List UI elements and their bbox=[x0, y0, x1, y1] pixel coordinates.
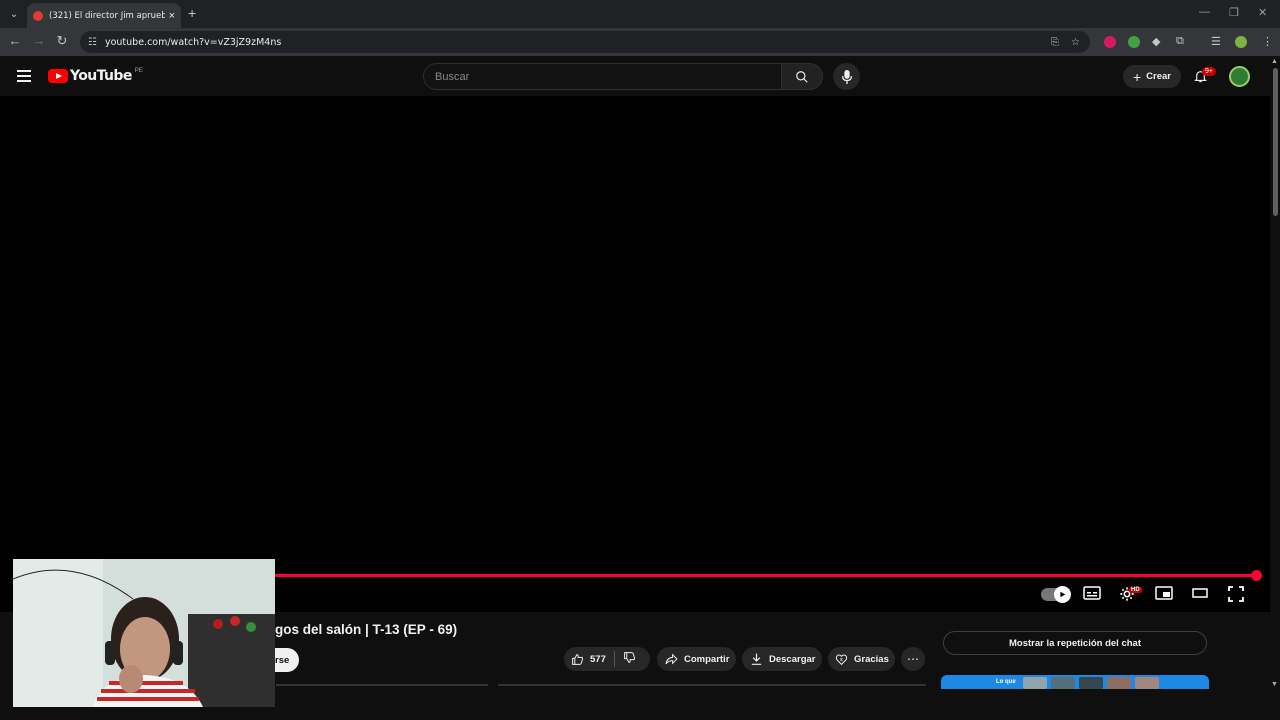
video-player[interactable]: HD bbox=[0, 96, 1270, 612]
tab-search-icon[interactable]: ⌄ bbox=[4, 4, 24, 24]
webcam-person-image bbox=[13, 559, 275, 707]
search-box[interactable] bbox=[423, 63, 782, 90]
minimize-icon[interactable]: — bbox=[1199, 6, 1210, 18]
youtube-favicon-icon bbox=[33, 10, 43, 21]
webcam-overlay bbox=[13, 559, 275, 707]
browser-tab[interactable]: (321) El director Jim aprueba a l × bbox=[27, 3, 181, 28]
thumbs-up-icon bbox=[572, 653, 584, 665]
hd-badge: HD bbox=[1129, 587, 1142, 593]
ad-label: Lo que bbox=[996, 679, 1016, 685]
scrollbar-thumb[interactable] bbox=[1273, 68, 1278, 216]
profile-avatar-icon[interactable] bbox=[1235, 36, 1247, 48]
back-icon[interactable]: ← bbox=[6, 33, 24, 48]
new-tab-icon[interactable]: + bbox=[188, 5, 196, 21]
ad-image bbox=[1051, 677, 1075, 689]
ad-image bbox=[1023, 677, 1047, 689]
heart-dollar-icon: $ bbox=[835, 654, 848, 665]
ad-image bbox=[1135, 677, 1159, 689]
like-dislike-group: 577 bbox=[564, 647, 650, 671]
autoplay-toggle[interactable] bbox=[1041, 586, 1071, 603]
miniplayer-icon[interactable] bbox=[1155, 586, 1173, 605]
reload-icon[interactable]: ↻ bbox=[53, 33, 71, 49]
account-avatar[interactable] bbox=[1229, 66, 1250, 87]
scroll-up-icon[interactable]: ▲ bbox=[1271, 58, 1278, 65]
autoplay-play-icon bbox=[1054, 586, 1071, 603]
show-chat-replay-button[interactable]: Mostrar la repetición del chat bbox=[943, 631, 1207, 655]
svg-text:$: $ bbox=[840, 657, 843, 663]
voice-search-button[interactable] bbox=[833, 63, 860, 90]
tab-close-icon[interactable]: × bbox=[169, 10, 175, 22]
url-text: youtube.com/watch?v=vZ3jZ9zM4ns bbox=[104, 36, 282, 48]
extension-icon-2[interactable] bbox=[1128, 36, 1140, 48]
restore-icon[interactable]: ❐ bbox=[1229, 6, 1239, 19]
microphone-icon bbox=[841, 69, 852, 84]
browser-menu-icon[interactable]: ⋮ bbox=[1262, 35, 1273, 48]
extension-icon-3[interactable]: ◆ bbox=[1152, 35, 1160, 48]
browser-tabbar: ⌄ (321) El director Jim aprueba a l × + … bbox=[0, 0, 1280, 28]
download-button[interactable]: Descargar bbox=[742, 647, 822, 671]
share-label: Compartir bbox=[684, 653, 730, 665]
ad-image bbox=[1107, 677, 1131, 689]
window-close-icon[interactable]: ✕ bbox=[1258, 6, 1267, 19]
notifications-badge: 9+ bbox=[1202, 67, 1216, 76]
browser-navbar: ← → ↻ ☷ youtube.com/watch?v=vZ3jZ9zM4ns … bbox=[0, 28, 1280, 56]
progress-scrubber[interactable] bbox=[1251, 570, 1262, 581]
sidebar-ad-banner[interactable]: Lo que bbox=[941, 675, 1209, 689]
subtitles-icon[interactable] bbox=[1083, 586, 1101, 605]
like-count: 577 bbox=[590, 653, 606, 665]
description-box-edge bbox=[276, 684, 488, 686]
search-input[interactable] bbox=[435, 70, 781, 83]
menu-icon[interactable] bbox=[17, 70, 31, 85]
bookmark-star-icon[interactable]: ☆ bbox=[1071, 37, 1080, 48]
logo-text: YouTube bbox=[70, 68, 132, 84]
site-info-icon[interactable]: ☷ bbox=[88, 37, 97, 48]
download-icon bbox=[751, 653, 762, 665]
download-label: Descargar bbox=[769, 653, 816, 665]
country-code: PE bbox=[134, 68, 143, 74]
install-app-icon[interactable]: ⎘ bbox=[1051, 37, 1059, 48]
fullscreen-icon[interactable] bbox=[1228, 586, 1244, 607]
ad-image bbox=[1079, 677, 1103, 689]
theater-mode-icon[interactable] bbox=[1192, 586, 1208, 605]
youtube-logo[interactable]: YouTube PE bbox=[48, 68, 143, 84]
forward-icon[interactable]: → bbox=[30, 33, 48, 48]
address-bar[interactable]: ☷ youtube.com/watch?v=vZ3jZ9zM4ns ⎘ ☆ bbox=[80, 31, 1090, 53]
dislike-button[interactable] bbox=[623, 651, 636, 667]
create-button[interactable]: + Crear bbox=[1123, 65, 1181, 88]
search-button[interactable] bbox=[781, 63, 823, 90]
description-box-edge bbox=[498, 684, 926, 686]
tab-title: (321) El director Jim aprueba a l bbox=[49, 10, 165, 21]
more-actions-icon[interactable]: ⋯ bbox=[901, 647, 925, 671]
extension-icon-1[interactable] bbox=[1104, 36, 1116, 48]
extensions-puzzle-icon[interactable]: ⧉ bbox=[1176, 35, 1184, 48]
video-title: gos del salón | T-13 (EP - 69) bbox=[275, 622, 458, 637]
share-arrow-icon bbox=[665, 653, 678, 665]
plus-icon: + bbox=[1132, 68, 1142, 85]
youtube-header: YouTube PE + Crear 9+ bbox=[0, 56, 1270, 96]
search-icon bbox=[796, 70, 808, 83]
reading-list-icon[interactable]: ☰ bbox=[1211, 35, 1221, 48]
page-scrollbar[interactable]: ▲ ▼ bbox=[1270, 56, 1280, 690]
thumbs-down-icon bbox=[623, 652, 635, 663]
create-label: Crear bbox=[1146, 71, 1171, 82]
scroll-down-icon[interactable]: ▼ bbox=[1271, 681, 1278, 688]
thanks-label: Gracias bbox=[854, 653, 889, 665]
thanks-button[interactable]: $ Gracias bbox=[828, 647, 895, 671]
like-button[interactable]: 577 bbox=[571, 653, 606, 666]
share-button[interactable]: Compartir bbox=[657, 647, 736, 671]
youtube-play-logo-icon bbox=[48, 69, 68, 83]
